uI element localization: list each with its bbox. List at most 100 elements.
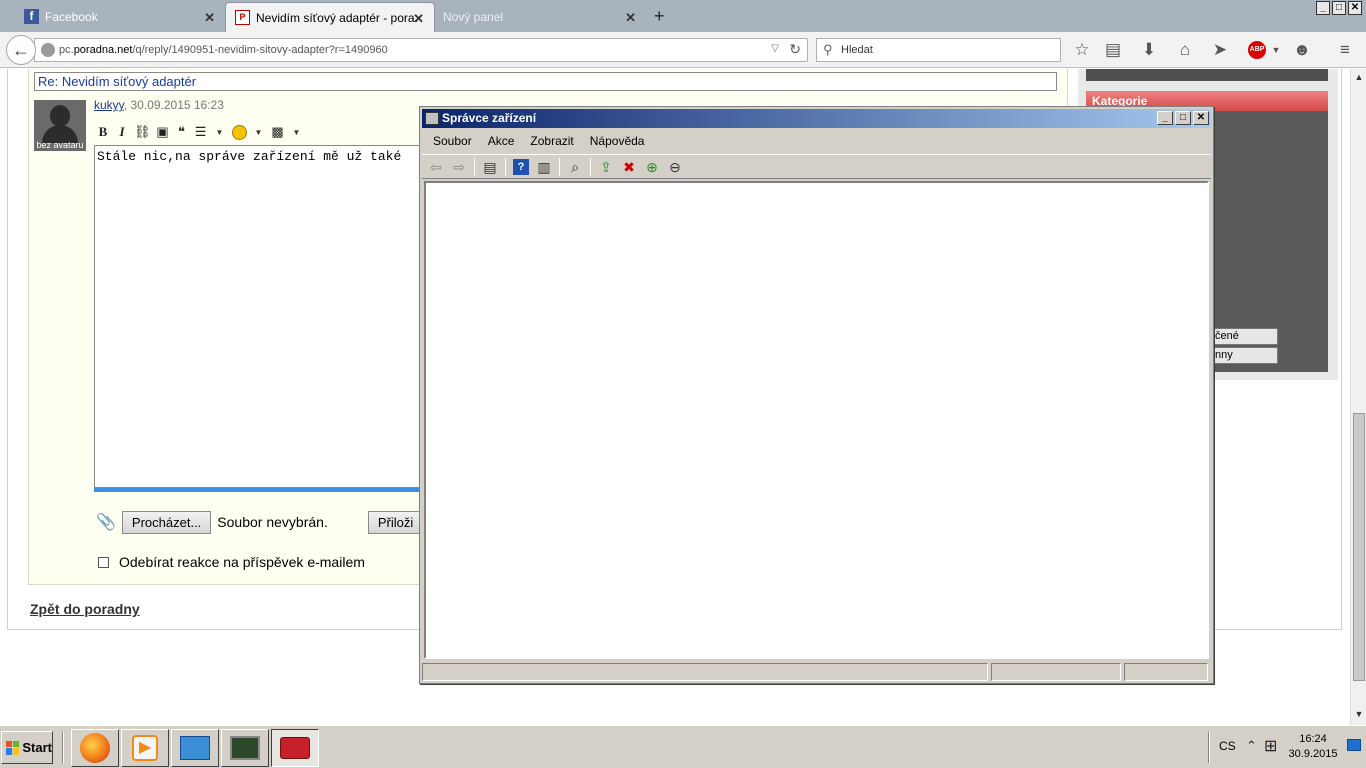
start-button[interactable]: Start	[1, 731, 53, 764]
quote-icon[interactable]: ❝	[175, 124, 189, 140]
tab-facebook[interactable]: f Facebook ✕	[0, 2, 225, 32]
link-icon[interactable]: ⛓	[134, 124, 151, 140]
network-icon[interactable]: ⊞	[1264, 736, 1277, 756]
clock[interactable]: 16:24 30.9.2015	[1284, 732, 1342, 762]
menu-akce[interactable]: Akce	[488, 134, 515, 148]
tab-label: Nevidím síťový adaptér - pora...	[256, 10, 418, 25]
tab-poradna[interactable]: P Nevidím síťový adaptér - pora... ✕	[225, 2, 435, 32]
image-icon[interactable]: ▣	[156, 124, 170, 140]
close-icon[interactable]: ✕	[204, 10, 215, 26]
package-icon[interactable]: ▩	[271, 124, 285, 140]
properties-icon[interactable]: ▥	[536, 159, 552, 175]
download-icon[interactable]: ⬇	[1139, 40, 1159, 60]
enable-device-icon[interactable]: ⊕	[644, 159, 660, 175]
chevron-down-icon[interactable]: ▼	[252, 128, 266, 137]
home-icon[interactable]: ⌂	[1175, 40, 1195, 60]
chevron-up-icon[interactable]: ⌃	[1246, 738, 1257, 754]
category-button[interactable]: čené	[1206, 328, 1278, 345]
sidebar-top-block	[1086, 69, 1328, 81]
browse-button[interactable]: Procházet...	[121, 510, 212, 534]
author-link[interactable]: kukyy	[94, 98, 124, 112]
paperclip-icon: 📎	[96, 514, 116, 531]
forward-icon[interactable]: ⇨	[451, 159, 467, 175]
close-window-button[interactable]: ✕	[1348, 1, 1362, 15]
editor-resize-bar[interactable]	[94, 488, 424, 492]
scroll-up-icon[interactable]: ▲	[1353, 72, 1365, 84]
attach-button[interactable]: Přiloži	[367, 510, 424, 534]
dropdown-arrow-icon[interactable]: ▽	[771, 43, 779, 54]
url-bar[interactable]: pc.poradna.net/q/reply/1490951-nevidim-s…	[34, 38, 808, 62]
avatar-label: bez avataru	[36, 140, 84, 150]
show-desktop-icon[interactable]	[1347, 739, 1361, 751]
category-button[interactable]: nny	[1206, 347, 1278, 364]
toolbar-separator	[559, 157, 560, 176]
browser-tab-bar: f Facebook ✕ P Nevidím síťový adaptér - …	[0, 0, 1366, 32]
menu-icon[interactable]: ≡	[1335, 40, 1355, 60]
uninstall-icon[interactable]: ✖	[621, 159, 637, 175]
chat-icon[interactable]: ☻	[1292, 40, 1312, 60]
page-scrollbar[interactable]: ▲ ▼	[1350, 69, 1366, 725]
chevron-down-icon[interactable]: ▼	[290, 128, 304, 137]
url-prefix: pc.	[59, 44, 74, 56]
window-controls: _ □ ✕	[1316, 1, 1362, 15]
computer-icon	[425, 112, 439, 125]
back-button[interactable]: ←	[6, 35, 36, 65]
control-panel-icon	[180, 736, 210, 760]
disable-device-icon[interactable]: ⊖	[667, 159, 683, 175]
language-indicator[interactable]: CS	[1219, 739, 1236, 753]
taskbar-system-monitor[interactable]	[221, 729, 269, 767]
list-icon[interactable]: ☰	[194, 124, 208, 140]
smiley-icon[interactable]	[231, 124, 247, 140]
bookmark-star-icon[interactable]: ☆	[1072, 40, 1092, 60]
scroll-down-icon[interactable]: ▼	[1353, 709, 1365, 721]
editor-toolbar: B I ⛓ ▣ ❝ ☰ ▼ ▼ ▩ ▼	[96, 122, 304, 142]
taskbar-firefox[interactable]	[71, 729, 119, 767]
avatar: bez avataru	[34, 100, 86, 151]
menu-napoveda[interactable]: Nápověda	[590, 134, 645, 148]
taskbar-control-panel[interactable]	[171, 729, 219, 767]
reload-icon[interactable]: ↻	[789, 41, 801, 58]
new-tab-button[interactable]: +	[654, 6, 665, 27]
device-tree-pane[interactable]	[424, 181, 1209, 659]
bold-button[interactable]: B	[96, 124, 110, 140]
back-icon[interactable]: ⇦	[428, 159, 444, 175]
scrollbar-thumb[interactable]	[1353, 413, 1365, 681]
message-textarea[interactable]: Stále nic,na správe zařízení mě už také	[94, 145, 424, 488]
share-icon[interactable]: ➤	[1210, 40, 1230, 60]
status-cell	[991, 663, 1121, 681]
tab-new-panel[interactable]: Nový panel ✕	[436, 2, 646, 32]
back-to-forum-link[interactable]: Zpět do poradny	[30, 601, 140, 617]
restore-button[interactable]: □	[1332, 1, 1346, 15]
italic-button[interactable]: I	[115, 124, 129, 140]
minimize-button[interactable]: _	[1157, 111, 1173, 125]
menu-zobrazit[interactable]: Zobrazit	[530, 134, 573, 148]
taskbar-media-player[interactable]: ▶	[121, 729, 169, 767]
close-icon[interactable]: ✕	[413, 11, 424, 27]
url-text[interactable]: pc.poradna.net/q/reply/1490951-nevidim-s…	[59, 44, 388, 56]
firefox-icon	[80, 733, 110, 763]
subscribe-checkbox[interactable]	[98, 556, 109, 568]
scan-hardware-icon[interactable]: ⌕	[567, 159, 583, 175]
console-tree-icon[interactable]: ▤	[482, 159, 498, 175]
help-icon[interactable]: ?	[513, 158, 529, 175]
avatar-head	[50, 105, 70, 127]
device-manager-titlebar[interactable]: Správce zařízení _ □ ✕	[422, 109, 1211, 128]
update-driver-icon[interactable]: ⇪	[598, 159, 614, 175]
taskbar-device-manager[interactable]	[271, 729, 319, 767]
url-domain: poradna.net	[73, 44, 133, 56]
close-icon[interactable]: ✕	[625, 10, 636, 26]
maximize-button[interactable]: □	[1175, 111, 1191, 125]
minimize-button[interactable]: _	[1316, 1, 1330, 15]
reply-title-input[interactable]: Re: Nevidím síťový adaptér	[34, 72, 1057, 91]
adblock-icon[interactable]: ABP	[1248, 41, 1266, 59]
chevron-down-icon[interactable]: ▼	[213, 128, 227, 137]
close-button[interactable]: ✕	[1193, 111, 1209, 125]
search-bar[interactable]: ⚲ Hledat	[816, 38, 1061, 62]
tab-label: Nový panel	[443, 10, 504, 24]
reading-list-icon[interactable]: ▤	[1103, 40, 1123, 60]
meta-separator: ,	[123, 98, 128, 112]
menu-soubor[interactable]: Soubor	[433, 134, 472, 148]
attachment-row: 📎 Procházet... Soubor nevybrán. Přiloži	[96, 510, 424, 534]
subscribe-label: Odebírat reakce na příspěvek e-mailem	[119, 554, 365, 570]
dropdown-arrow-icon[interactable]: ▼	[1266, 40, 1286, 60]
